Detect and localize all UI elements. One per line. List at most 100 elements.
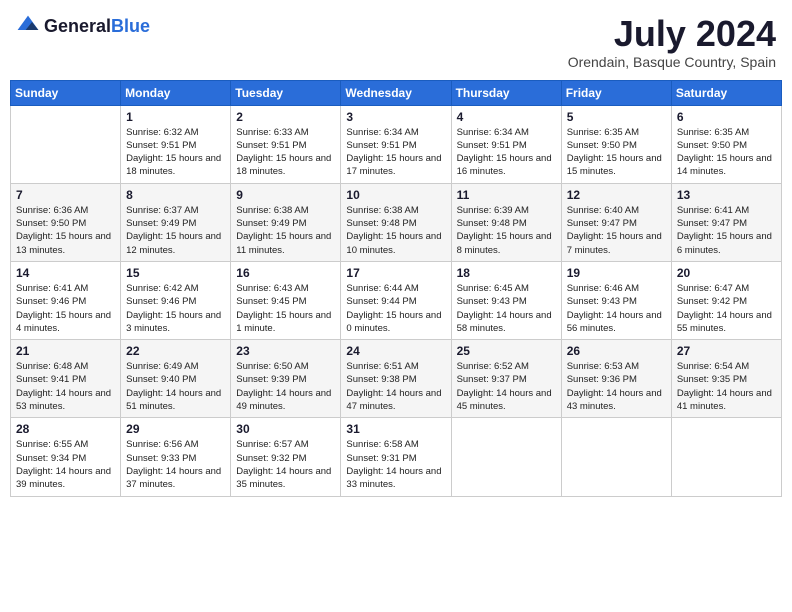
- calendar-cell: 13 Sunrise: 6:41 AM Sunset: 9:47 PM Dayli…: [671, 183, 781, 261]
- calendar-cell: [11, 105, 121, 183]
- day-number: 31: [346, 422, 445, 436]
- calendar-week-row: 7Sunrise: 6:36 AM Sunset: 9:50 PM Daylig…: [11, 183, 782, 261]
- calendar-cell: 4 Sunrise: 6:34 AM Sunset: 9:51 PM Daylig…: [451, 105, 561, 183]
- calendar-week-row: 28Sunrise: 6:55 AM Sunset: 9:34 PM Dayli…: [11, 418, 782, 496]
- day-number: 25: [457, 344, 556, 358]
- day-number: 4: [457, 110, 556, 124]
- day-number: 21: [16, 344, 115, 358]
- logo-icon: [16, 14, 40, 38]
- day-number: 27: [677, 344, 776, 358]
- day-info: Sunrise: 6:38 AM Sunset: 9:49 PM Dayligh…: [236, 204, 335, 257]
- calendar-cell: 7Sunrise: 6:36 AM Sunset: 9:50 PM Daylig…: [11, 183, 121, 261]
- page-header: GeneralBlue July 2024 Orendain, Basque C…: [10, 10, 782, 74]
- calendar-cell: 21 Sunrise: 6:48 AM Sunset: 9:41 PM Dayli…: [11, 340, 121, 418]
- day-info: Sunrise: 6:45 AM Sunset: 9:43 PM Dayligh…: [457, 282, 556, 335]
- weekday-header-monday: Monday: [121, 80, 231, 105]
- calendar-body: 1Sunrise: 6:32 AM Sunset: 9:51 PM Daylig…: [11, 105, 782, 496]
- day-info: Sunrise: 6:43 AM Sunset: 9:45 PM Dayligh…: [236, 282, 335, 335]
- day-info: Sunrise: 6:47 AM Sunset: 9:42 PM Dayligh…: [677, 282, 776, 335]
- calendar-cell: 5 Sunrise: 6:35 AM Sunset: 9:50 PM Daylig…: [561, 105, 671, 183]
- day-number: 16: [236, 266, 335, 280]
- calendar-cell: 8 Sunrise: 6:37 AM Sunset: 9:49 PM Daylig…: [121, 183, 231, 261]
- day-number: 14: [16, 266, 115, 280]
- weekday-header-sunday: Sunday: [11, 80, 121, 105]
- calendar-cell: 30Sunrise: 6:57 AM Sunset: 9:32 PM Dayli…: [231, 418, 341, 496]
- calendar-cell: 1Sunrise: 6:32 AM Sunset: 9:51 PM Daylig…: [121, 105, 231, 183]
- day-info: Sunrise: 6:42 AM Sunset: 9:46 PM Dayligh…: [126, 282, 225, 335]
- day-number: 18: [457, 266, 556, 280]
- calendar-week-row: 1Sunrise: 6:32 AM Sunset: 9:51 PM Daylig…: [11, 105, 782, 183]
- calendar-cell: 20 Sunrise: 6:47 AM Sunset: 9:42 PM Dayli…: [671, 261, 781, 339]
- day-number: 26: [567, 344, 666, 358]
- day-info: Sunrise: 6:34 AM Sunset: 9:51 PM Dayligh…: [457, 126, 556, 179]
- calendar-cell: [451, 418, 561, 496]
- day-number: 19: [567, 266, 666, 280]
- day-info: Sunrise: 6:44 AM Sunset: 9:44 PM Dayligh…: [346, 282, 445, 335]
- calendar-cell: 3 Sunrise: 6:34 AM Sunset: 9:51 PM Daylig…: [341, 105, 451, 183]
- day-number: 9: [236, 188, 335, 202]
- calendar-cell: 28Sunrise: 6:55 AM Sunset: 9:34 PM Dayli…: [11, 418, 121, 496]
- calendar-cell: 11 Sunrise: 6:39 AM Sunset: 9:48 PM Dayli…: [451, 183, 561, 261]
- calendar-cell: 16 Sunrise: 6:43 AM Sunset: 9:45 PM Dayli…: [231, 261, 341, 339]
- weekday-header-wednesday: Wednesday: [341, 80, 451, 105]
- day-number: 8: [126, 188, 225, 202]
- calendar-cell: 23 Sunrise: 6:50 AM Sunset: 9:39 PM Dayli…: [231, 340, 341, 418]
- day-number: 1: [126, 110, 225, 124]
- day-info: Sunrise: 6:39 AM Sunset: 9:48 PM Dayligh…: [457, 204, 556, 257]
- weekday-header-row: SundayMondayTuesdayWednesdayThursdayFrid…: [11, 80, 782, 105]
- logo-blue: Blue: [111, 16, 150, 36]
- day-number: 24: [346, 344, 445, 358]
- calendar-header: SundayMondayTuesdayWednesdayThursdayFrid…: [11, 80, 782, 105]
- day-info: Sunrise: 6:46 AM Sunset: 9:43 PM Dayligh…: [567, 282, 666, 335]
- day-number: 20: [677, 266, 776, 280]
- calendar-cell: 24 Sunrise: 6:51 AM Sunset: 9:38 PM Dayli…: [341, 340, 451, 418]
- day-number: 2: [236, 110, 335, 124]
- weekday-header-tuesday: Tuesday: [231, 80, 341, 105]
- calendar-week-row: 14 Sunrise: 6:41 AM Sunset: 9:46 PM Dayli…: [11, 261, 782, 339]
- day-info: Sunrise: 6:52 AM Sunset: 9:37 PM Dayligh…: [457, 360, 556, 413]
- day-number: 23: [236, 344, 335, 358]
- day-info: Sunrise: 6:37 AM Sunset: 9:49 PM Dayligh…: [126, 204, 225, 257]
- calendar-cell: 18 Sunrise: 6:45 AM Sunset: 9:43 PM Dayli…: [451, 261, 561, 339]
- day-number: 10: [346, 188, 445, 202]
- logo-text: GeneralBlue: [44, 16, 150, 37]
- calendar-cell: [561, 418, 671, 496]
- weekday-header-thursday: Thursday: [451, 80, 561, 105]
- calendar-cell: 17Sunrise: 6:44 AM Sunset: 9:44 PM Dayli…: [341, 261, 451, 339]
- weekday-header-saturday: Saturday: [671, 80, 781, 105]
- day-info: Sunrise: 6:41 AM Sunset: 9:47 PM Dayligh…: [677, 204, 776, 257]
- day-info: Sunrise: 6:33 AM Sunset: 9:51 PM Dayligh…: [236, 126, 335, 179]
- day-number: 3: [346, 110, 445, 124]
- calendar-cell: 2 Sunrise: 6:33 AM Sunset: 9:51 PM Daylig…: [231, 105, 341, 183]
- day-info: Sunrise: 6:51 AM Sunset: 9:38 PM Dayligh…: [346, 360, 445, 413]
- month-year-title: July 2024: [568, 14, 776, 54]
- calendar-cell: 27 Sunrise: 6:54 AM Sunset: 9:35 PM Dayli…: [671, 340, 781, 418]
- calendar-cell: 10 Sunrise: 6:38 AM Sunset: 9:48 PM Dayli…: [341, 183, 451, 261]
- day-info: Sunrise: 6:41 AM Sunset: 9:46 PM Dayligh…: [16, 282, 115, 335]
- day-info: Sunrise: 6:35 AM Sunset: 9:50 PM Dayligh…: [567, 126, 666, 179]
- day-number: 13: [677, 188, 776, 202]
- calendar-cell: 19 Sunrise: 6:46 AM Sunset: 9:43 PM Dayli…: [561, 261, 671, 339]
- day-info: Sunrise: 6:54 AM Sunset: 9:35 PM Dayligh…: [677, 360, 776, 413]
- day-number: 5: [567, 110, 666, 124]
- calendar-cell: 26Sunrise: 6:53 AM Sunset: 9:36 PM Dayli…: [561, 340, 671, 418]
- day-number: 29: [126, 422, 225, 436]
- day-info: Sunrise: 6:36 AM Sunset: 9:50 PM Dayligh…: [16, 204, 115, 257]
- day-info: Sunrise: 6:55 AM Sunset: 9:34 PM Dayligh…: [16, 438, 115, 491]
- calendar-cell: 6Sunrise: 6:35 AM Sunset: 9:50 PM Daylig…: [671, 105, 781, 183]
- day-number: 11: [457, 188, 556, 202]
- day-info: Sunrise: 6:34 AM Sunset: 9:51 PM Dayligh…: [346, 126, 445, 179]
- day-info: Sunrise: 6:49 AM Sunset: 9:40 PM Dayligh…: [126, 360, 225, 413]
- day-info: Sunrise: 6:35 AM Sunset: 9:50 PM Dayligh…: [677, 126, 776, 179]
- day-info: Sunrise: 6:38 AM Sunset: 9:48 PM Dayligh…: [346, 204, 445, 257]
- day-info: Sunrise: 6:48 AM Sunset: 9:41 PM Dayligh…: [16, 360, 115, 413]
- calendar-cell: [671, 418, 781, 496]
- day-info: Sunrise: 6:50 AM Sunset: 9:39 PM Dayligh…: [236, 360, 335, 413]
- day-number: 30: [236, 422, 335, 436]
- calendar-cell: 29Sunrise: 6:56 AM Sunset: 9:33 PM Dayli…: [121, 418, 231, 496]
- logo: GeneralBlue: [16, 14, 150, 38]
- weekday-header-friday: Friday: [561, 80, 671, 105]
- day-info: Sunrise: 6:58 AM Sunset: 9:31 PM Dayligh…: [346, 438, 445, 491]
- day-number: 22: [126, 344, 225, 358]
- calendar-cell: 9 Sunrise: 6:38 AM Sunset: 9:49 PM Daylig…: [231, 183, 341, 261]
